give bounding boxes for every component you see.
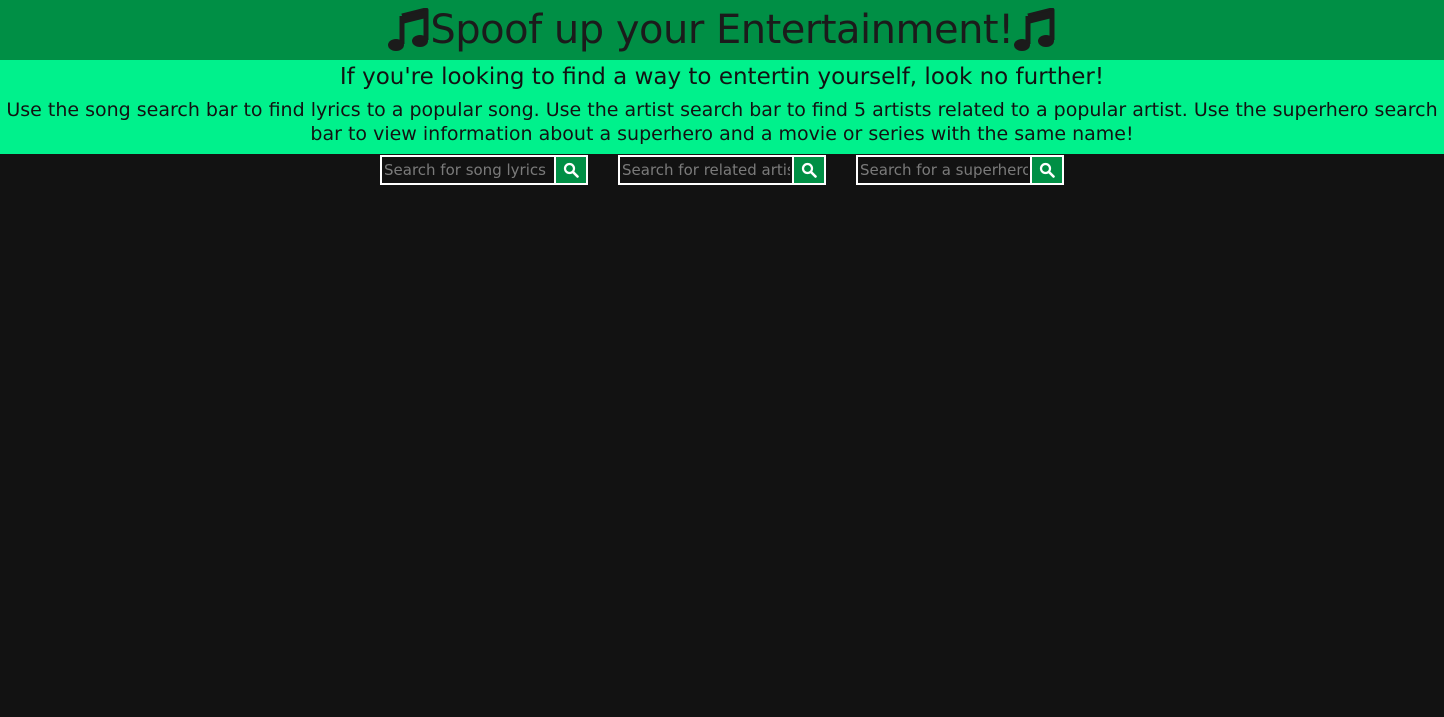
search-icon — [563, 162, 579, 178]
artist-search-button[interactable] — [794, 155, 826, 185]
artist-search-input[interactable] — [618, 155, 794, 185]
site-header: Spoof up your Entertainment! — [0, 0, 1444, 60]
page-title: Spoof up your Entertainment! — [430, 7, 1014, 53]
song-search-group — [380, 155, 588, 185]
music-note-icon — [388, 8, 430, 52]
intro-heading: If you're looking to find a way to enter… — [339, 64, 1105, 90]
superhero-search-input[interactable] — [856, 155, 1032, 185]
artist-search-group — [618, 155, 826, 185]
intro-banner: If you're looking to find a way to enter… — [0, 60, 1444, 154]
superhero-search-button[interactable] — [1032, 155, 1064, 185]
superhero-search-group — [856, 155, 1064, 185]
song-search-input[interactable] — [380, 155, 556, 185]
search-icon — [801, 162, 817, 178]
music-note-icon — [1013, 8, 1056, 52]
search-icon — [1039, 162, 1055, 178]
search-bars — [0, 155, 1444, 185]
intro-description: Use the song search bar to find lyrics t… — [6, 99, 1438, 145]
song-search-button[interactable] — [556, 155, 588, 185]
page-title-row: Spoof up your Entertainment! — [388, 7, 1055, 53]
